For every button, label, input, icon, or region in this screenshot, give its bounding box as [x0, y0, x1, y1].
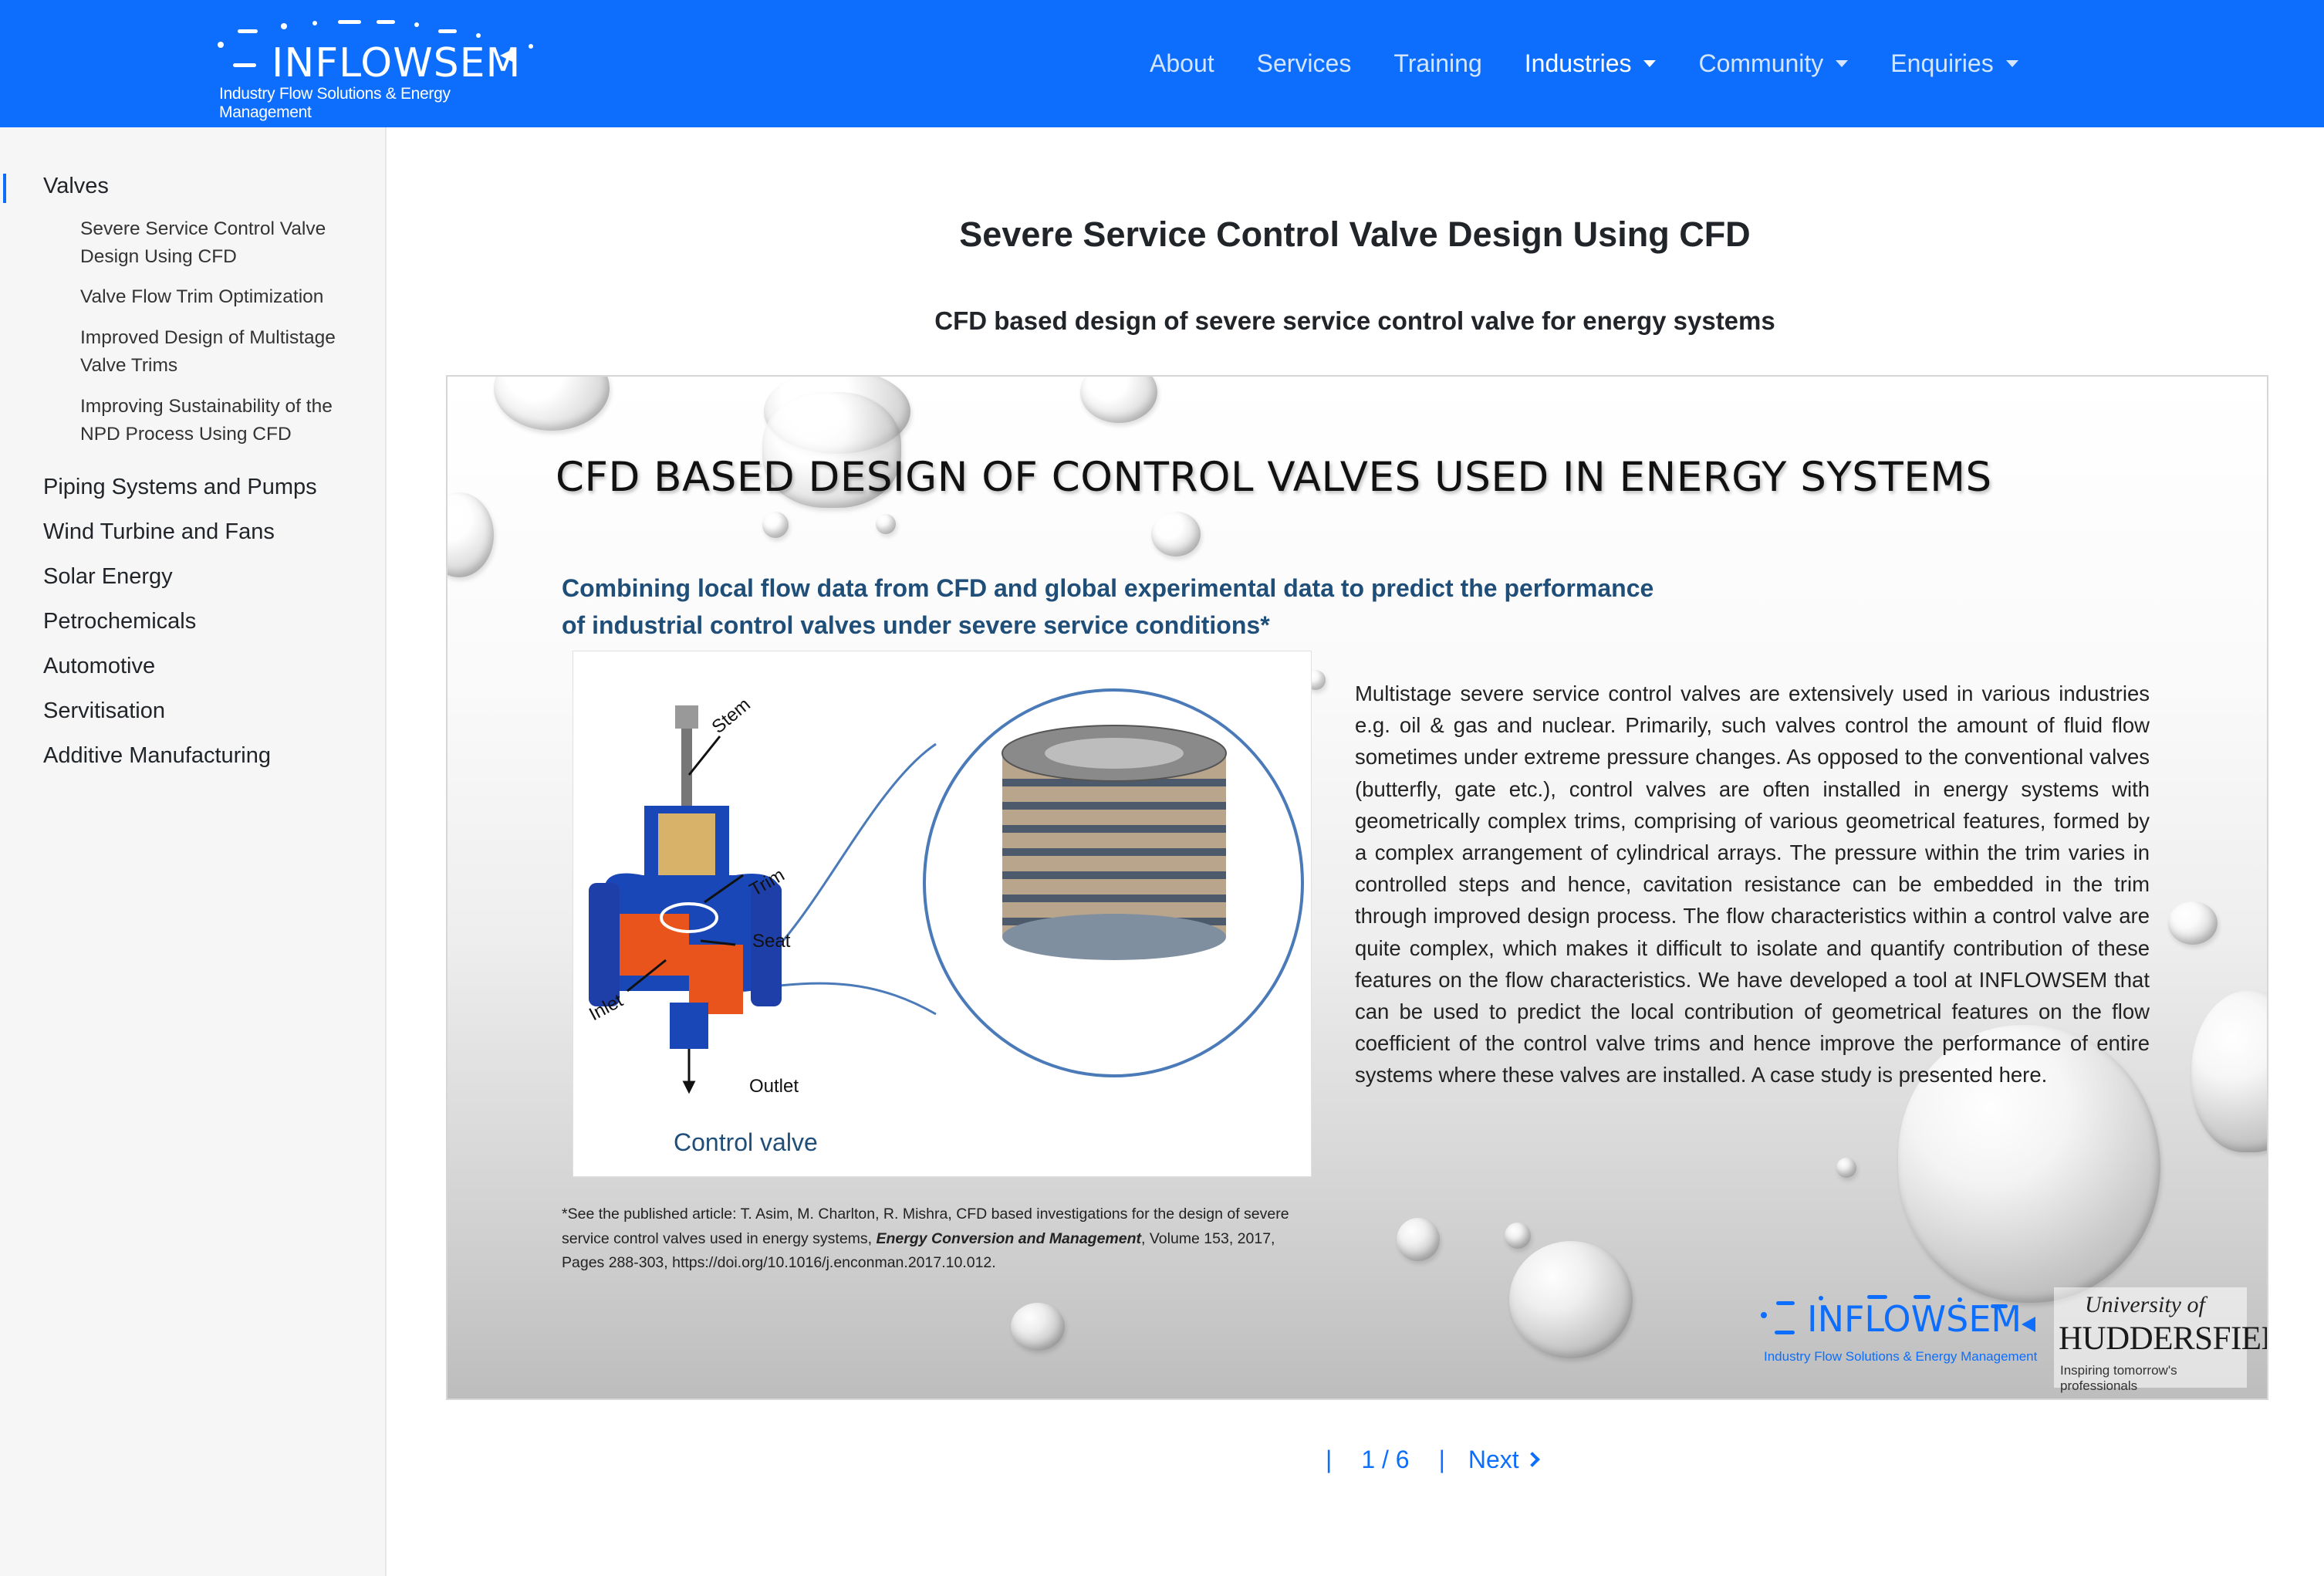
nav-enquiries-label: Enquiries — [1890, 49, 1994, 77]
nav-enquiries[interactable]: Enquiries — [1890, 49, 2018, 78]
droplet-decoration — [1011, 1303, 1065, 1351]
nav-community[interactable]: Community — [1698, 49, 1849, 78]
slide-heading: CFD BASED DESIGN OF CONTROL VALVES USED … — [556, 454, 1992, 501]
slide-image: CFD BASED DESIGN OF CONTROL VALVES USED … — [446, 375, 2268, 1400]
droplet-decoration — [876, 514, 896, 534]
sidebar-item-additive-manufacturing[interactable]: Additive Manufacturing — [43, 743, 271, 769]
trim-cylinder — [1002, 725, 1227, 960]
next-slide-link[interactable]: Next — [1468, 1445, 1540, 1474]
droplet-decoration — [1836, 1158, 1856, 1178]
figure-caption: Control valve — [674, 1128, 818, 1156]
droplet-decoration — [1505, 1223, 1531, 1249]
university-line1: University of — [2085, 1292, 2205, 1317]
droplet-decoration — [1151, 512, 1201, 556]
control-valve-figure: Stem Trim Seat Inlet Outlet Control valv… — [573, 651, 1312, 1177]
sidebar-item-piping[interactable]: Piping Systems and Pumps — [43, 475, 317, 500]
sidebar-item-automotive[interactable]: Automotive — [43, 654, 155, 679]
pager-current: 1 / 6 — [1361, 1445, 1410, 1473]
chevron-down-icon — [1643, 59, 1657, 67]
sidebar-item-servitisation[interactable]: Servitisation — [43, 698, 165, 724]
page-subtitle: CFD based design of severe service contr… — [934, 306, 1775, 335]
chevron-down-icon — [1836, 59, 1849, 67]
sidebar-subitem-trim-optimization[interactable]: Valve Flow Trim Optimization — [80, 283, 358, 311]
droplet-decoration — [448, 492, 494, 577]
label-seat: Seat — [752, 931, 791, 952]
chevron-right-icon — [1524, 1452, 1540, 1467]
nav-about-label: About — [1150, 49, 1214, 77]
slide-logo-tagline: Industry Flow Solutions & Energy Managem… — [1764, 1349, 2038, 1364]
sidebar-subitem-npd-sustainability[interactable]: Improving Sustainability of the NPD Proc… — [80, 393, 358, 448]
nav-training-label: Training — [1393, 49, 1482, 77]
control-valve-diagram — [589, 688, 1304, 1094]
pager-separator: | — [1438, 1445, 1445, 1473]
droplet-decoration — [1509, 1241, 1633, 1358]
sidebar-item-petrochemicals[interactable]: Petrochemicals — [43, 609, 196, 634]
nav-industries-label: Industries — [1524, 49, 1632, 77]
university-tagline: Inspiring tomorrow's professionals — [2060, 1363, 2177, 1393]
sidebar-subitem-multistage-trims[interactable]: Improved Design of Multistage Valve Trim… — [80, 324, 358, 380]
nav-services-label: Services — [1256, 49, 1352, 77]
reference-journal: Energy Conversion and Management — [876, 1229, 1142, 1247]
pager-separator: | — [1326, 1445, 1333, 1473]
chevron-down-icon — [2005, 59, 2018, 67]
droplet-decoration — [762, 512, 789, 538]
sidebar-active-indicator — [3, 174, 6, 203]
nav-industries[interactable]: Industries — [1525, 49, 1657, 78]
slide-pager: | 1 / 6 | Next — [1312, 1440, 1540, 1479]
brand-name: INFLOWSEM — [272, 40, 522, 86]
slide-logo-name: INFLOWSEM — [1807, 1298, 2022, 1340]
sidebar-item-solar[interactable]: Solar Energy — [43, 564, 173, 590]
droplet-decoration — [2191, 990, 2267, 1152]
brand-logo[interactable]: INFLOWSEM Industry Flow Solutions & Ener… — [214, 19, 539, 121]
university-line2: HUDDERSFIELD — [2059, 1321, 2267, 1357]
nav-services[interactable]: Services — [1257, 49, 1352, 78]
droplet-decoration — [2168, 901, 2218, 945]
sidebar-item-wind-turbine[interactable]: Wind Turbine and Fans — [43, 519, 275, 545]
slide-inflowsem-logo: INFLOWSEM Industry Flow Solutions & Ener… — [1759, 1294, 2052, 1378]
droplet-decoration — [494, 377, 610, 431]
sidebar: Valves Severe Service Control Valve Desi… — [0, 127, 387, 1576]
brand-tagline: Industry Flow Solutions & Energy Managem… — [219, 85, 451, 121]
slide-reference: *See the published article: T. Asim, M. … — [562, 1202, 1302, 1276]
next-label: Next — [1468, 1445, 1519, 1473]
droplet-decoration — [1397, 1218, 1440, 1261]
sidebar-item-valves[interactable]: Valves — [43, 174, 109, 199]
page-title: Severe Service Control Valve Design Usin… — [959, 215, 1751, 254]
main-nav: About Services Training Industries Commu… — [1150, 40, 2061, 86]
nav-training[interactable]: Training — [1393, 49, 1481, 78]
nav-about[interactable]: About — [1150, 49, 1214, 78]
label-outlet: Outlet — [749, 1076, 799, 1097]
droplet-decoration — [1080, 377, 1157, 423]
slide-body-text: Multistage severe service control valves… — [1355, 681, 2150, 1087]
university-huddersfield-logo: University of HUDDERSFIELD Inspiring tom… — [2054, 1287, 2267, 1393]
top-navbar: INFLOWSEM Industry Flow Solutions & Ener… — [0, 0, 2324, 127]
slide-lead-text: Combining local flow data from CFD and g… — [562, 574, 1654, 639]
nav-community-label: Community — [1698, 49, 1824, 77]
sidebar-subitem-severe-service[interactable]: Severe Service Control Valve Design Usin… — [80, 215, 358, 271]
